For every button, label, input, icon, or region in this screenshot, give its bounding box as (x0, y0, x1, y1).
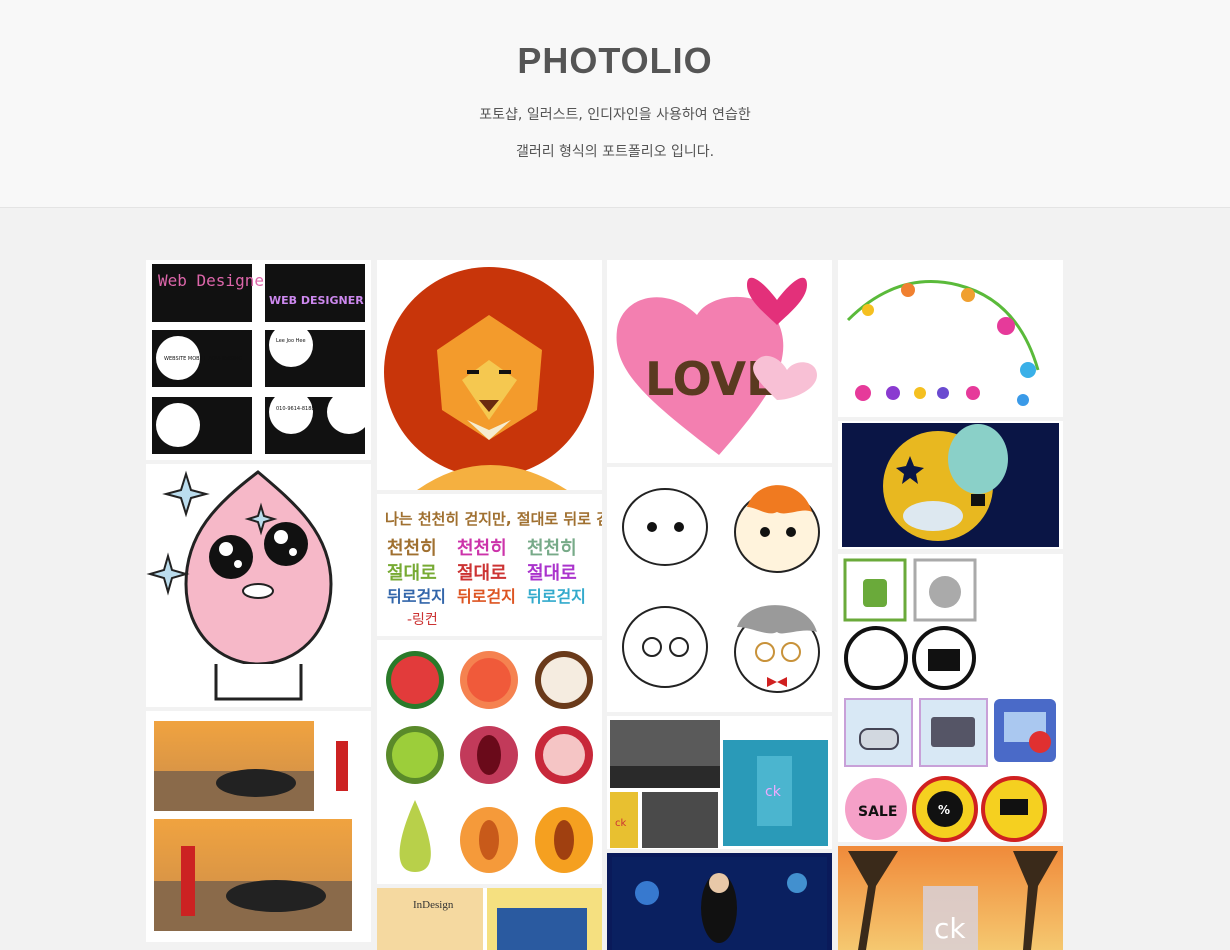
flowers-image (846, 280, 1040, 406)
gallery-item-love[interactable]: LOVE (607, 260, 832, 463)
gallery-item-concert[interactable] (607, 853, 832, 950)
car-poster-image (154, 721, 365, 931)
gallery-item-fruits[interactable] (377, 640, 602, 884)
concert-image (607, 853, 832, 950)
gallery-item-calligraphy[interactable]: 나는 천천히 걷지만, 절대로 뒤로 걷지 않는다 -링컨 천천히 절대로 뒤로… (377, 494, 602, 636)
peach-character-image (146, 470, 333, 701)
gallery-item-indesign[interactable]: InDesign (377, 888, 602, 950)
sale-text-1: SALE (858, 804, 897, 820)
gallery-item-business-cards[interactable]: Web Designer WEB DESIGNER WEBSITE MOBILE… (146, 260, 371, 460)
gallery: Web Designer WEB DESIGNER WEBSITE MOBILE… (0, 208, 1230, 950)
page-subtitle-line2: 갤러리 형식의 포트폴리오 입니다. (515, 144, 715, 160)
svg-text:절대로: 절대로 (527, 563, 577, 584)
svg-text:천천히: 천천히 (387, 538, 437, 559)
calligraphy-image: 나는 천천히 걷지만, 절대로 뒤로 걷지 않는다 -링컨 천천히 절대로 뒤로… (385, 510, 602, 628)
gallery-item-car-poster[interactable] (146, 711, 371, 942)
sale-percent-text: % (938, 803, 950, 817)
indesign-label: InDesign (413, 899, 454, 911)
moon-balloon-image (842, 423, 1059, 547)
android-icon (863, 579, 887, 607)
card-text-web-designer: Web Designer (158, 271, 274, 290)
svg-text:뒤로걷지: 뒤로걷지 (527, 587, 586, 606)
ck-label-3: ck (934, 912, 966, 945)
apple-icon (929, 576, 961, 608)
gallery-item-peach-character[interactable] (146, 464, 371, 707)
icons-image: SALE % (843, 558, 1056, 842)
gallery-item-lion[interactable] (377, 260, 602, 490)
credit-card-icon (931, 717, 975, 747)
svg-text:절대로: 절대로 (387, 563, 437, 584)
calligraphy-author: -링컨 (407, 612, 438, 628)
card-name: Lee Joo Hee (276, 338, 306, 344)
gallery-item-hamsters[interactable] (607, 467, 832, 712)
love-hearts-image: LOVE (616, 277, 817, 455)
calligraphy-text-1: 나는 천천히 걷지만, 절대로 뒤로 걷지 않는다 (385, 510, 602, 528)
page-title: PHOTOLIO (517, 40, 713, 81)
ck-palms-image: ck (838, 846, 1063, 950)
lion-image (384, 267, 594, 490)
fruits-image (386, 651, 593, 873)
svg-text:천천히: 천천히 (457, 538, 507, 559)
card-text-web-designer-2: WEB DESIGNER (269, 294, 364, 307)
svg-text:뒤로걷지: 뒤로걷지 (457, 587, 516, 606)
hamsters-image (622, 485, 820, 693)
page-subtitle-line1: 포토샵, 일러스트, 인디자인을 사용하여 연습한 (479, 107, 751, 123)
card-phone: 010-9614-8188 (276, 406, 315, 412)
indesign-image: InDesign (377, 888, 602, 950)
gallery-item-ck-underwater[interactable]: ck ck (607, 716, 832, 849)
ck-label-1: ck (765, 784, 782, 800)
page-header: PHOTOLIO 포토샵, 일러스트, 인디자인을 사용하여 연습한 갤러리 형… (0, 0, 1230, 208)
svg-text:뒤로걷지: 뒤로걷지 (387, 587, 446, 606)
svg-text:천천히: 천천히 (527, 538, 577, 559)
money-chart-icon (844, 626, 908, 690)
svg-text:절대로: 절대로 (457, 563, 507, 584)
business-cards-image: Web Designer WEB DESIGNER WEBSITE MOBILE… (152, 264, 371, 454)
ck-label-2: ck (615, 818, 626, 829)
gamepad-icon (859, 728, 899, 750)
ck-underwater-image: ck ck (610, 720, 828, 848)
gallery-item-ck-palms[interactable]: ck (838, 846, 1063, 950)
gallery-item-flowers[interactable] (838, 260, 1063, 417)
gallery-item-moon-balloon[interactable] (838, 421, 1063, 549)
card-small-text: WEBSITE MOBILE ADVERTISING (164, 356, 242, 362)
gallery-item-icons[interactable]: SALE % (838, 554, 1063, 842)
